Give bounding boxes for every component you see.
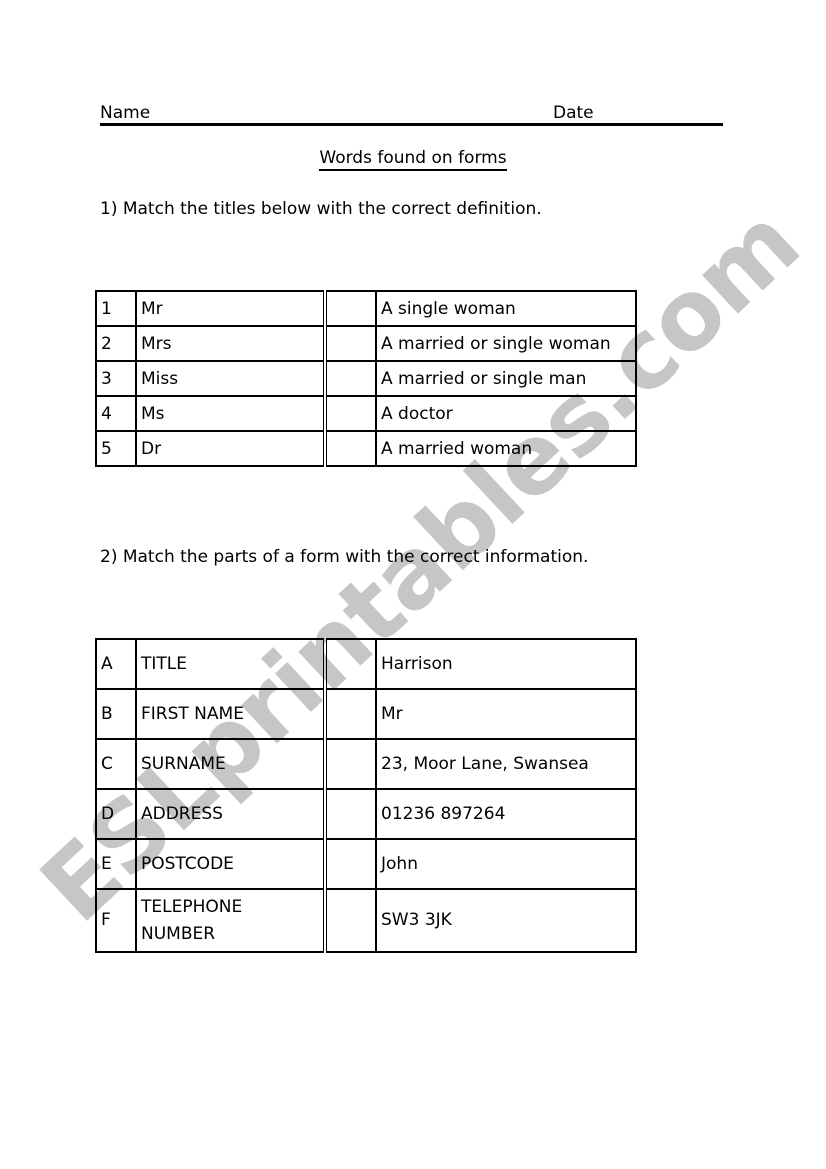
row-term: SURNAME xyxy=(135,738,327,790)
row-term: TITLE xyxy=(135,638,327,690)
table-row: F TELEPHONE NUMBER SW3 3JK xyxy=(95,888,637,953)
table-row: 2 Mrs A married or single woman xyxy=(95,325,637,362)
answer-cell[interactable] xyxy=(324,788,377,840)
date-label: Date xyxy=(553,103,594,123)
row-key: 4 xyxy=(95,395,137,432)
section1-instruction: 1) Match the titles below with the corre… xyxy=(100,199,542,219)
row-information: John xyxy=(375,838,637,890)
row-key: B xyxy=(95,688,137,740)
answer-cell[interactable] xyxy=(324,395,377,432)
row-definition: A doctor xyxy=(375,395,637,432)
row-key: 2 xyxy=(95,325,137,362)
row-key: F xyxy=(95,888,137,953)
table-row: 3 Miss A married or single man xyxy=(95,360,637,397)
answer-cell[interactable] xyxy=(324,290,377,327)
row-term: TELEPHONE NUMBER xyxy=(135,888,327,953)
answer-cell[interactable] xyxy=(324,430,377,467)
row-information: Harrison xyxy=(375,638,637,690)
answer-cell[interactable] xyxy=(324,738,377,790)
row-term: POSTCODE xyxy=(135,838,327,890)
row-key: C xyxy=(95,738,137,790)
row-key: A xyxy=(95,638,137,690)
row-key: 1 xyxy=(95,290,137,327)
table-row: 4 Ms A doctor xyxy=(95,395,637,432)
row-definition: A single woman xyxy=(375,290,637,327)
table-row: 1 Mr A single woman xyxy=(95,290,637,327)
name-date-line: Name Date xyxy=(100,103,723,126)
name-label: Name xyxy=(100,103,151,123)
answer-cell[interactable] xyxy=(324,360,377,397)
row-information: SW3 3JK xyxy=(375,888,637,953)
row-term: Mr xyxy=(135,290,327,327)
row-term: FIRST NAME xyxy=(135,688,327,740)
table-row: E POSTCODE John xyxy=(95,838,637,890)
section2-instruction: 2) Match the parts of a form with the co… xyxy=(100,547,589,567)
row-information: Mr xyxy=(375,688,637,740)
answer-cell[interactable] xyxy=(324,325,377,362)
table-row: 5 Dr A married woman xyxy=(95,430,637,467)
row-key: E xyxy=(95,838,137,890)
row-term: Miss xyxy=(135,360,327,397)
answer-cell[interactable] xyxy=(324,638,377,690)
title-text: Words found on forms xyxy=(319,148,507,171)
table-row: D ADDRESS 01236 897264 xyxy=(95,788,637,840)
row-term: Dr xyxy=(135,430,327,467)
worksheet-content: Name Date Words found on forms 1) Match … xyxy=(0,0,826,1169)
row-information: 23, Moor Lane, Swansea xyxy=(375,738,637,790)
row-definition: A married or single man xyxy=(375,360,637,397)
table-row: A TITLE Harrison xyxy=(95,638,637,690)
worksheet-page: ESLprintables.com Name Date Words found … xyxy=(0,0,826,1169)
row-term: Ms xyxy=(135,395,327,432)
row-key: D xyxy=(95,788,137,840)
answer-cell[interactable] xyxy=(324,688,377,740)
form-parts-matching-table: A TITLE Harrison B FIRST NAME Mr C SURNA… xyxy=(95,638,637,953)
answer-cell[interactable] xyxy=(324,838,377,890)
row-term: Mrs xyxy=(135,325,327,362)
row-definition: A married woman xyxy=(375,430,637,467)
table-row: B FIRST NAME Mr xyxy=(95,688,637,740)
row-key: 3 xyxy=(95,360,137,397)
row-term: ADDRESS xyxy=(135,788,327,840)
row-key: 5 xyxy=(95,430,137,467)
row-definition: A married or single woman xyxy=(375,325,637,362)
table-row: C SURNAME 23, Moor Lane, Swansea xyxy=(95,738,637,790)
page-title: Words found on forms xyxy=(0,148,826,171)
row-information: 01236 897264 xyxy=(375,788,637,840)
titles-matching-table: 1 Mr A single woman 2 Mrs A married or s… xyxy=(95,290,637,467)
answer-cell[interactable] xyxy=(324,888,377,953)
